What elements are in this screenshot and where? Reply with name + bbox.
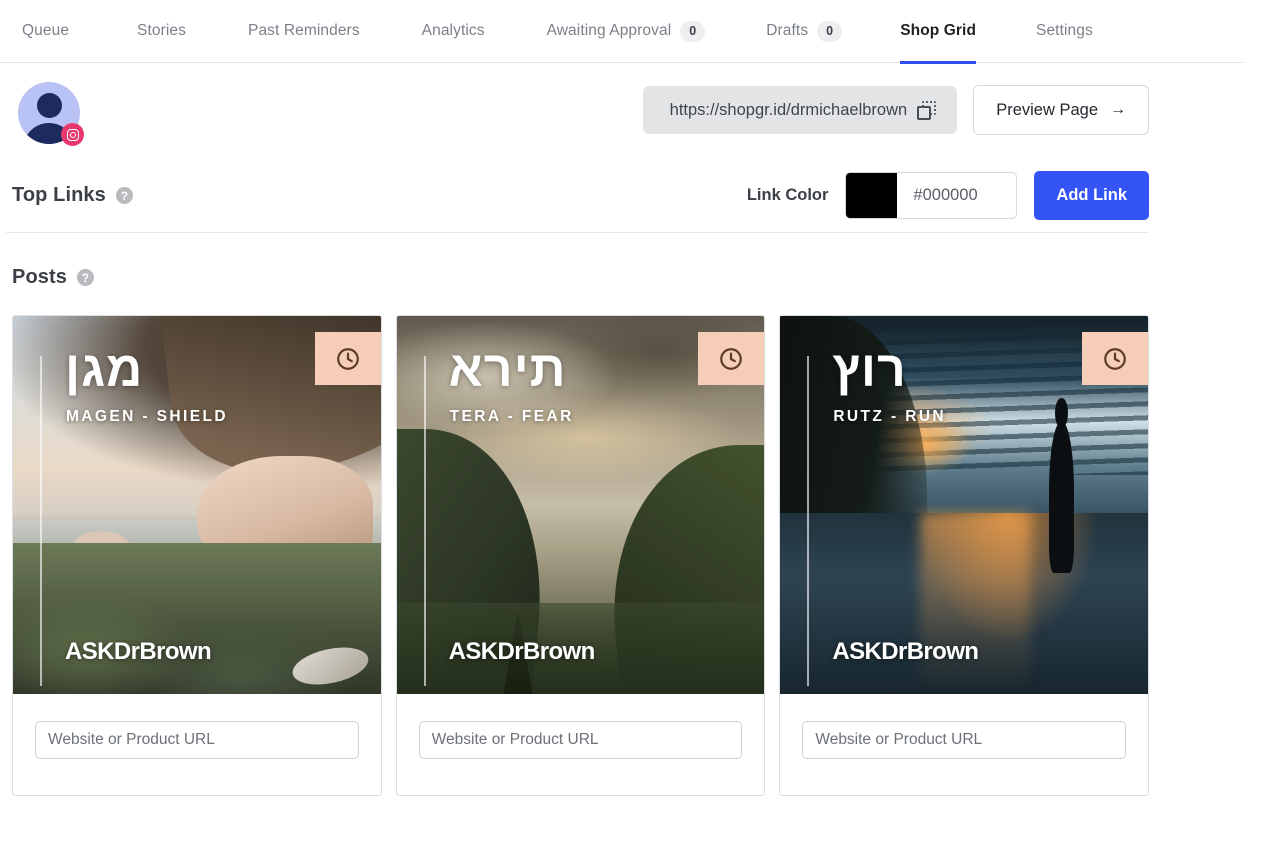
tab-queue[interactable]: Queue xyxy=(22,0,69,63)
tab-label: Drafts xyxy=(766,22,809,40)
decorative-vertical-line xyxy=(423,356,426,686)
shop-grid-page: https://shopgr.id/drmichaelbrown Preview… xyxy=(0,63,1150,796)
tab-settings[interactable]: Settings xyxy=(1036,0,1093,63)
tab-stories[interactable]: Stories xyxy=(137,0,186,63)
post-transliteration: TERA - FEAR xyxy=(449,408,574,425)
post-card[interactable]: רוץ RUTZ - RUN ASKDrBrown xyxy=(779,315,1150,796)
post-card-footer xyxy=(397,694,765,795)
post-image[interactable]: תירא TERA - FEAR ASKDrBrown xyxy=(396,316,765,694)
help-icon[interactable]: ? xyxy=(115,187,133,204)
posts-grid: מגן MAGEN - SHIELD ASKDrBrown Website or… xyxy=(6,315,1150,796)
tab-label: Queue xyxy=(22,22,70,40)
avatar[interactable] xyxy=(18,82,84,146)
link-color-label: Link Color xyxy=(746,186,829,204)
posts-title: Posts xyxy=(12,266,67,288)
post-brand-logo: ASKDrBrown xyxy=(65,638,212,665)
tab-past-reminders[interactable]: Past Reminders xyxy=(248,0,360,63)
product-url-input[interactable] xyxy=(35,721,359,759)
post-transliteration: RUTZ - RUN xyxy=(833,408,947,425)
preview-page-button[interactable]: Preview Page → xyxy=(973,85,1149,135)
tab-awaiting-approval[interactable]: Awaiting Approval 0 xyxy=(547,0,706,63)
instagram-icon xyxy=(61,123,84,146)
tab-label: Analytics xyxy=(421,22,485,40)
tab-label: Settings xyxy=(1036,22,1093,40)
post-hebrew-word: תירא xyxy=(448,341,567,397)
add-link-button[interactable]: Add Link xyxy=(1034,171,1149,220)
tab-label: Awaiting Approval xyxy=(546,22,672,40)
photo-shape xyxy=(780,512,1149,694)
tab-label: Stories xyxy=(137,22,186,40)
copy-icon[interactable] xyxy=(917,100,937,120)
copy-icon-front xyxy=(917,105,932,120)
product-url-input[interactable] xyxy=(418,721,743,759)
tab-label: Past Reminders xyxy=(248,22,360,40)
post-hebrew-word: מגן xyxy=(65,341,144,397)
clock-glyph xyxy=(1104,347,1126,370)
post-transliteration: MAGEN - SHIELD xyxy=(66,408,228,425)
post-card-footer xyxy=(780,694,1148,795)
top-links-title: Top Links xyxy=(12,184,106,206)
clock-icon[interactable] xyxy=(314,332,381,385)
clock-glyph xyxy=(720,347,743,370)
awaiting-approval-count-badge: 0 xyxy=(680,20,706,42)
post-brand-logo: ASKDrBrown xyxy=(832,638,979,665)
post-brand-logo: ASKDrBrown xyxy=(448,638,596,665)
decorative-vertical-line xyxy=(807,356,810,686)
account-header: https://shopgr.id/drmichaelbrown Preview… xyxy=(6,63,1149,159)
tab-drafts[interactable]: Drafts 0 xyxy=(766,0,843,63)
avatar-head-shape xyxy=(36,93,62,118)
link-color-field[interactable]: #000000 xyxy=(845,172,1018,219)
post-image[interactable]: רוץ RUTZ - RUN ASKDrBrown xyxy=(780,316,1149,694)
top-links-section: Top Links ? Link Color #000000 Add Link xyxy=(6,159,1149,233)
post-card[interactable]: מגן MAGEN - SHIELD ASKDrBrown xyxy=(12,315,382,796)
tab-shop-grid[interactable]: Shop Grid xyxy=(900,0,977,64)
top-links-heading: Top Links ? xyxy=(12,184,133,207)
post-card[interactable]: תירא TERA - FEAR ASKDrBrown xyxy=(395,315,766,796)
link-color-swatch[interactable] xyxy=(846,173,898,218)
link-color-value: #000000 xyxy=(913,186,978,204)
drafts-count-badge: 0 xyxy=(817,20,843,42)
clock-glyph xyxy=(336,347,359,370)
shop-url-copy-field[interactable]: https://shopgr.id/drmichaelbrown xyxy=(642,86,958,134)
posts-heading: Posts ? xyxy=(6,266,1149,289)
arrow-right-icon: → xyxy=(1110,101,1126,118)
product-url-input[interactable] xyxy=(802,721,1127,759)
help-icon[interactable]: ? xyxy=(76,269,94,286)
tab-label: Shop Grid xyxy=(900,22,977,40)
post-hebrew-word: רוץ xyxy=(832,341,907,397)
instagram-glyph xyxy=(66,128,79,141)
photo-shape xyxy=(1048,397,1075,574)
decorative-vertical-line xyxy=(40,356,42,686)
primary-navigation: Queue Stories Past Reminders Analytics A… xyxy=(0,0,1244,64)
link-controls: Link Color #000000 Add Link xyxy=(747,171,1149,220)
shop-url-group: https://shopgr.id/drmichaelbrown Preview… xyxy=(642,85,1149,135)
shop-url-text: https://shopgr.id/drmichaelbrown xyxy=(669,100,908,119)
post-image[interactable]: מגן MAGEN - SHIELD ASKDrBrown xyxy=(13,316,381,694)
preview-page-label: Preview Page xyxy=(996,100,1098,119)
tab-analytics[interactable]: Analytics xyxy=(422,0,485,63)
clock-icon[interactable] xyxy=(698,332,765,385)
clock-icon[interactable] xyxy=(1082,332,1149,385)
post-card-footer xyxy=(13,694,381,795)
